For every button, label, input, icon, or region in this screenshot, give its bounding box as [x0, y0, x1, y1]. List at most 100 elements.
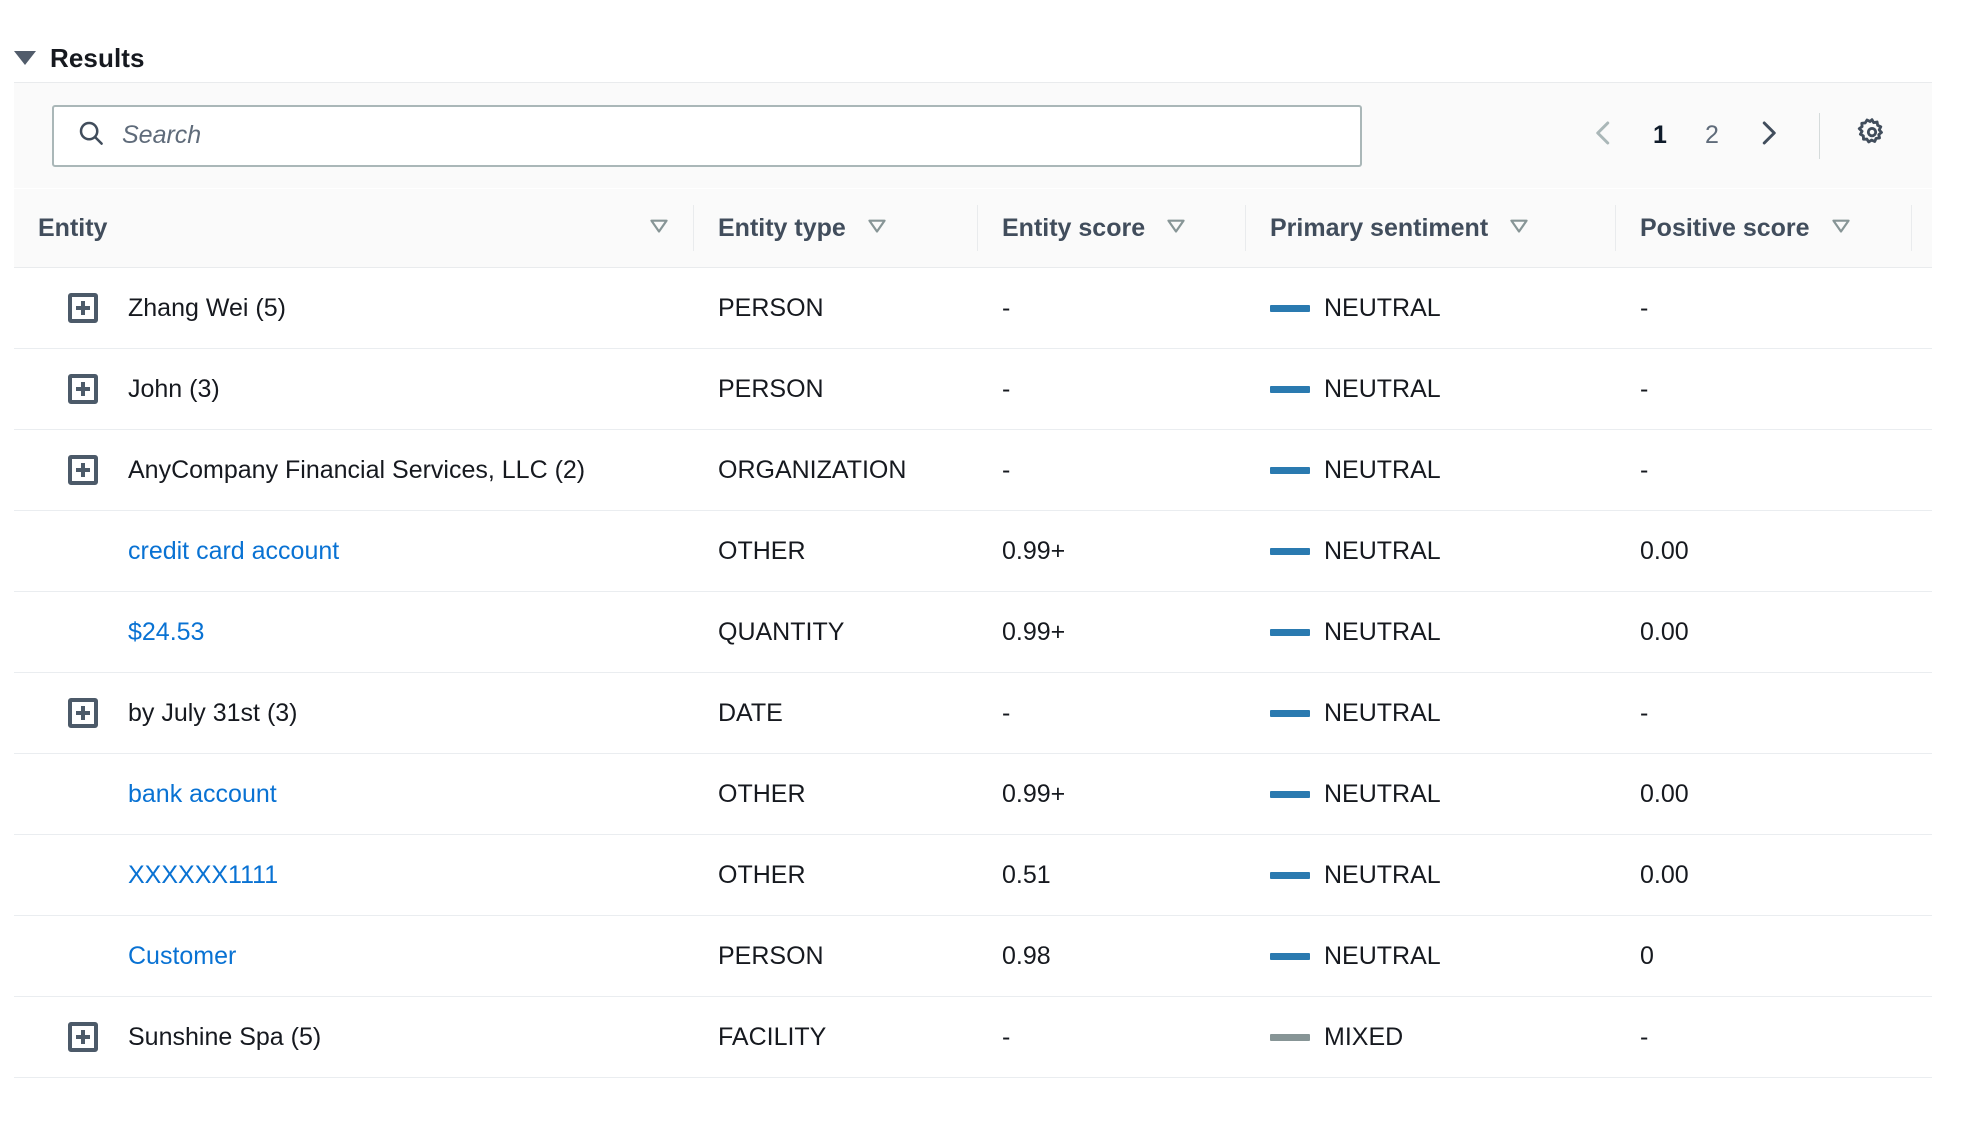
table-row[interactable]: $24.53 QUANTITY0.99+ NEUTRAL 0.000.0 [14, 591, 1932, 673]
chevron-right-icon [1753, 118, 1783, 153]
expand-slot [38, 1022, 128, 1052]
entity-label: John (3) [128, 374, 220, 403]
cell-entity-type: QUANTITY [694, 591, 978, 673]
cell-positive-score: - [1616, 429, 1912, 511]
cell-entity-score: 0.99+ [978, 510, 1246, 592]
cell-entity-score: 0.99+ [978, 753, 1246, 835]
column-header-primary-sentiment-label: Primary sentiment [1270, 213, 1489, 242]
column-header-entity-type[interactable]: Entity type [694, 189, 978, 268]
sentiment-bar-icon [1270, 1033, 1310, 1041]
cell-primary-sentiment: NEUTRAL [1246, 429, 1616, 511]
pagination-page-2[interactable]: 2 [1689, 109, 1735, 163]
cell-entity-score: 0.51 [978, 834, 1246, 916]
sort-icon[interactable] [646, 212, 672, 245]
cell-entity: credit card account [14, 510, 694, 592]
cell-negative-score: - [1912, 348, 1932, 430]
search-placeholder: Search [122, 121, 202, 149]
cell-positive-score: 0 [1616, 915, 1912, 997]
cell-negative-score: - [1912, 996, 1932, 1078]
column-header-positive-score[interactable]: Positive score [1616, 189, 1912, 268]
expand-plus-icon[interactable] [68, 698, 98, 728]
expand-plus-icon[interactable] [68, 1022, 98, 1052]
cell-entity: by July 31st (3) [14, 672, 694, 754]
cell-entity-type: ORGANIZATION [694, 429, 978, 511]
cell-positive-score: 0.00 [1616, 510, 1912, 592]
cell-negative-score: 0.0 [1912, 834, 1932, 916]
disclosure-triangle-icon[interactable] [14, 51, 36, 65]
entity-label: Zhang Wei (5) [128, 293, 286, 322]
column-header-entity-label: Entity [38, 213, 108, 242]
sentiment-bar-icon [1270, 385, 1310, 393]
sentiment-bar-icon [1270, 466, 1310, 474]
results-table-container: Search 1 2 Entity Entity type Entity sco… [14, 82, 1932, 1078]
table-header-row: Entity Entity type Entity score Primary … [14, 189, 1932, 268]
sort-icon[interactable] [864, 212, 890, 245]
cell-entity-score: - [978, 348, 1246, 430]
cell-entity-score: - [978, 672, 1246, 754]
sort-icon[interactable] [1828, 212, 1854, 245]
entity-label: Sunshine Spa (5) [128, 1022, 322, 1051]
cell-entity-type: PERSON [694, 348, 978, 430]
entity-link[interactable]: credit card account [128, 537, 339, 566]
table-row[interactable]: Sunshine Spa (5)FACILITY-MIXED-- [14, 996, 1932, 1078]
sentiment-label: NEUTRAL [1324, 293, 1441, 322]
expand-plus-icon[interactable] [68, 455, 98, 485]
cell-positive-score: - [1616, 672, 1912, 754]
sort-icon[interactable] [1163, 212, 1189, 245]
cell-entity: Sunshine Spa (5) [14, 996, 694, 1078]
sentiment-label: NEUTRAL [1324, 536, 1441, 565]
pagination-page-1[interactable]: 1 [1637, 109, 1683, 163]
cell-positive-score: 0.00 [1616, 753, 1912, 835]
cell-primary-sentiment: NEUTRAL [1246, 915, 1616, 997]
sentiment-label: NEUTRAL [1324, 698, 1441, 727]
expand-plus-icon[interactable] [68, 374, 98, 404]
table-header: Entity Entity type Entity score Primary … [14, 189, 1932, 268]
table-row[interactable]: John (3)PERSON-NEUTRAL-- [14, 348, 1932, 430]
entity-link[interactable]: $24.53 [128, 618, 204, 647]
expand-plus-icon[interactable] [68, 293, 98, 323]
sentiment-label: MIXED [1324, 1022, 1404, 1051]
column-header-primary-sentiment[interactable]: Primary sentiment [1246, 189, 1616, 268]
search-input[interactable]: Search [52, 104, 1362, 167]
cell-entity-score: 0.99+ [978, 591, 1246, 673]
cell-entity: $24.53 [14, 591, 694, 673]
page-title: Results [50, 42, 145, 73]
cell-primary-sentiment: NEUTRAL [1246, 672, 1616, 754]
sort-icon[interactable] [1506, 212, 1532, 245]
entity-label: AnyCompany Financial Services, LLC (2) [128, 455, 586, 484]
cell-entity-type: PERSON [694, 915, 978, 997]
cell-positive-score: 0.00 [1616, 591, 1912, 673]
chevron-left-icon [1589, 118, 1619, 153]
column-header-entity[interactable]: Entity [14, 189, 694, 268]
table-row[interactable]: credit card account OTHER 0.99+ NEUTRAL 0.00… [14, 510, 1932, 592]
table-row[interactable]: by July 31st (3)DATE-NEUTRAL-- [14, 672, 1932, 754]
pagination: 1 2 [1577, 108, 1906, 164]
cell-entity: XXXXXX1111 [14, 834, 694, 916]
entity-link[interactable]: bank account [128, 780, 277, 809]
sentiment-bar-icon [1270, 304, 1310, 312]
toolbar-divider [1819, 112, 1820, 159]
cell-entity: John (3) [14, 348, 694, 430]
cell-entity-type: DATE [694, 672, 978, 754]
column-header-negative-score[interactable]: Ne [1912, 189, 1932, 268]
entity-link[interactable]: XXXXXX1111 [128, 861, 278, 890]
table-row[interactable]: Customer PERSON0.98 NEUTRAL 00 [14, 915, 1932, 997]
table-row[interactable]: XXXXXX1111 OTHER0.51 NEUTRAL 0.000.0 [14, 834, 1932, 916]
pagination-prev-button[interactable] [1577, 109, 1631, 163]
cell-negative-score: - [1912, 672, 1932, 754]
cell-entity: AnyCompany Financial Services, LLC (2) [14, 429, 694, 511]
preferences-button[interactable] [1844, 108, 1900, 164]
cell-entity-type: OTHER [694, 753, 978, 835]
table-row[interactable]: bank account OTHER0.99+ NEUTRAL 0.000.0 [14, 753, 1932, 835]
cell-entity: Zhang Wei (5) [14, 267, 694, 349]
table-row[interactable]: Zhang Wei (5)PERSON-NEUTRAL-- [14, 267, 1932, 349]
table-row[interactable]: AnyCompany Financial Services, LLC (2) OR… [14, 429, 1932, 511]
pagination-next-button[interactable] [1741, 109, 1795, 163]
cell-negative-score: 0.0 [1912, 753, 1932, 835]
sentiment-bar-icon [1270, 547, 1310, 555]
column-header-entity-score[interactable]: Entity score [978, 189, 1246, 268]
cell-entity-score: - [978, 996, 1246, 1078]
cell-entity-score: - [978, 267, 1246, 349]
column-header-entity-score-label: Entity score [1002, 213, 1146, 242]
entity-link[interactable]: Customer [128, 942, 236, 971]
